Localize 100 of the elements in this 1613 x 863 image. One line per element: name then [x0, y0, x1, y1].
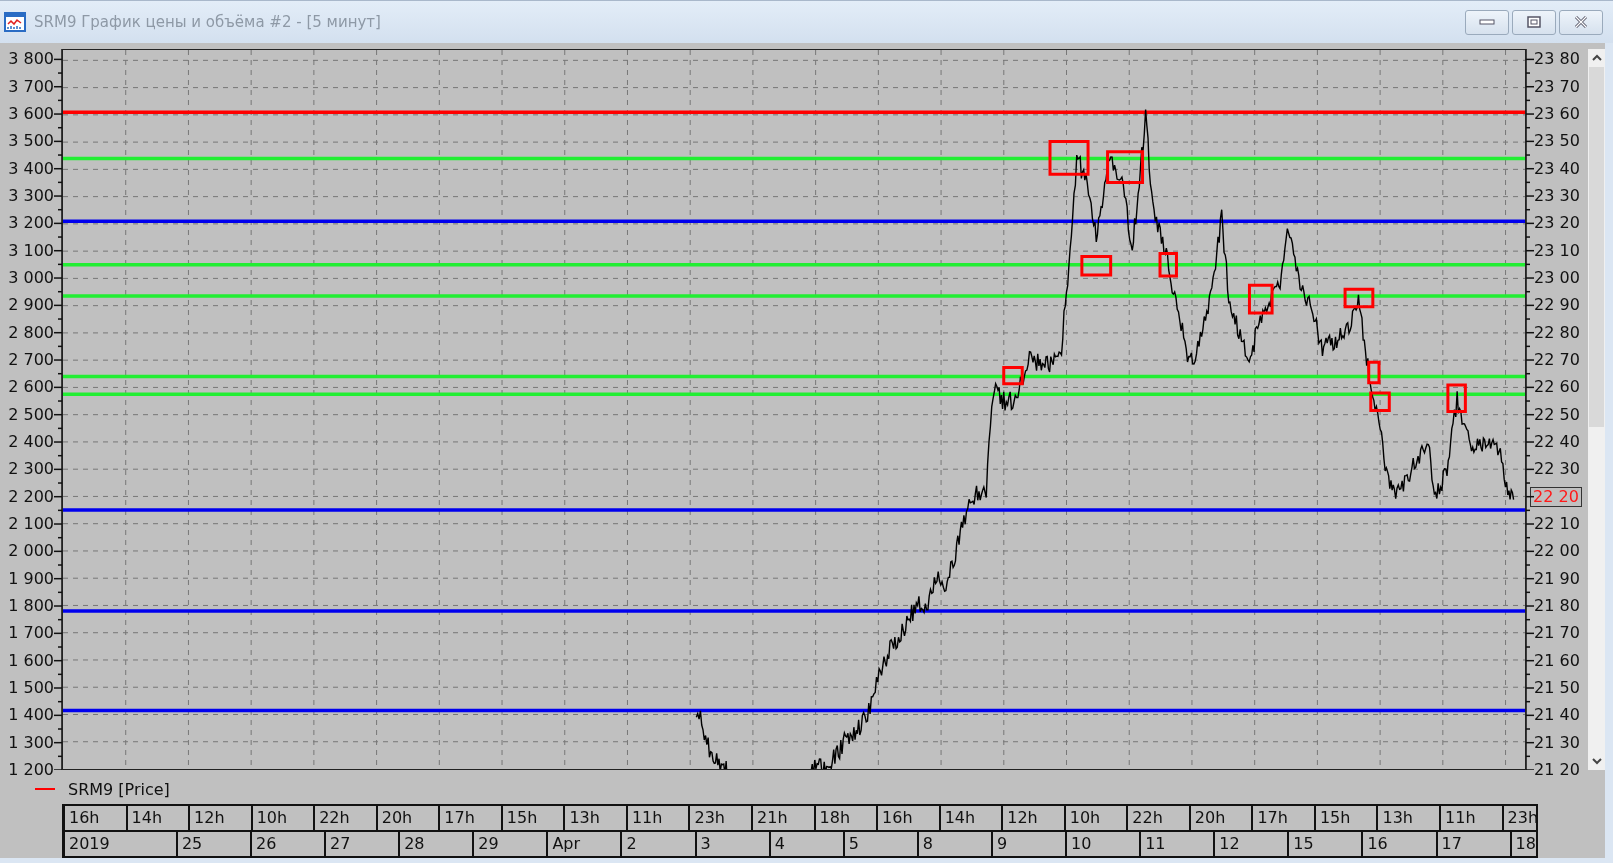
close-button[interactable]	[1559, 9, 1603, 35]
date-label: 8	[918, 832, 993, 856]
time-label: 15h	[1315, 806, 1379, 830]
time-label: 20h	[377, 806, 441, 830]
date-label: 2	[622, 832, 697, 856]
axis-label: 23 10	[1534, 241, 1580, 260]
axis-label: 1 800	[8, 597, 54, 615]
scroll-up-icon[interactable]	[1590, 53, 1603, 63]
current-price-label: 22 20	[1530, 486, 1582, 507]
axis-label: 22 50	[1534, 405, 1580, 424]
highlight-frame	[1106, 150, 1145, 185]
axis-label: 23 40	[1534, 159, 1580, 178]
axis-label: 1 700	[8, 624, 54, 643]
date-label: Apr	[548, 832, 623, 856]
axis-label: 23 20	[1534, 214, 1580, 233]
time-label: 22h	[315, 806, 378, 830]
axis-label: 2 500	[8, 405, 54, 424]
time-label: 12h	[190, 806, 253, 830]
axis-label: 22 30	[1534, 460, 1580, 479]
axis-label: 3 100	[8, 241, 54, 260]
axis-label: 21 50	[1534, 679, 1580, 697]
time-label: 21h	[753, 806, 816, 830]
date-label: 29	[474, 832, 549, 856]
axis-label: 2 200	[8, 487, 54, 506]
time-label: 17h	[440, 806, 503, 830]
close-icon	[1573, 15, 1589, 29]
axis-label: 2 300	[8, 460, 54, 479]
date-label: 3	[696, 832, 771, 856]
date-label: 27	[326, 832, 401, 856]
time-label: 20h	[1190, 806, 1254, 830]
vertical-scrollbar[interactable]	[1588, 49, 1605, 770]
axis-label: 3 300	[8, 187, 54, 206]
maximize-button[interactable]	[1512, 9, 1556, 35]
axis-label: 3 000	[8, 269, 54, 288]
axis-label: 21 30	[1534, 733, 1580, 752]
axis-label: 3 400	[8, 159, 54, 178]
time-label: 13h	[565, 806, 628, 830]
date-label: 2019	[65, 832, 178, 856]
highlight-frame	[1369, 391, 1391, 413]
date-label: 18	[1511, 832, 1538, 856]
axis-label: 23 00	[1534, 269, 1580, 288]
date-label: 17	[1437, 832, 1512, 856]
axis-label: 22 00	[1534, 542, 1580, 561]
date-label: 5	[844, 832, 919, 856]
axis-label: 22 70	[1534, 351, 1580, 369]
axis-label: 22 10	[1534, 515, 1580, 533]
time-label: 16h	[878, 806, 941, 830]
time-label: 16h	[65, 806, 128, 830]
axis-label: 21 90	[1534, 569, 1580, 588]
time-label: 23h	[690, 806, 753, 830]
axis-label: 23 80	[1534, 50, 1580, 69]
time-label: 13h	[1378, 806, 1442, 830]
axis-label: 1 500	[8, 679, 54, 697]
time-label: 18h	[815, 806, 879, 830]
legend-label: SRM9 [Price]	[68, 779, 170, 799]
axis-label: 21 70	[1534, 624, 1580, 643]
axis-label: 21 20	[1534, 761, 1580, 779]
scrollbar-thumb[interactable]	[1589, 67, 1604, 427]
axis-label: 22 40	[1534, 433, 1580, 451]
scroll-down-icon[interactable]	[1590, 756, 1603, 766]
time-label: 12h	[1003, 806, 1066, 830]
time-label: 15h	[502, 806, 566, 830]
axis-label: 1 900	[8, 569, 54, 588]
axis-label: 2 100	[8, 515, 54, 533]
chart-window-icon	[4, 12, 26, 32]
window-title: SRM9 График цены и объёма #2 - [5 минут]	[34, 13, 382, 31]
date-label: 11	[1141, 832, 1216, 856]
date-label: 4	[770, 832, 845, 856]
time-label: 14h	[127, 806, 191, 830]
axis-label: 1 600	[8, 651, 54, 670]
axis-label: 1 200	[8, 761, 54, 779]
axis-label: 22 80	[1534, 323, 1580, 342]
axis-label: 21 60	[1534, 651, 1580, 670]
date-label: 26	[252, 832, 327, 856]
highlight-frame	[1080, 255, 1113, 277]
highlight-frame	[1367, 360, 1381, 385]
highlight-frame	[1446, 383, 1467, 414]
date-label: 10	[1067, 832, 1142, 856]
highlight-frame	[1048, 140, 1090, 176]
axis-label: 22 90	[1534, 296, 1580, 315]
date-label: 25	[177, 832, 252, 856]
minimize-button[interactable]	[1465, 9, 1509, 35]
time-label: 22h	[1128, 806, 1191, 830]
time-label: 17h	[1253, 806, 1316, 830]
axis-label: 1 300	[8, 733, 54, 752]
time-label: 11h	[627, 806, 691, 830]
axis-label: 3 500	[8, 132, 54, 151]
axis-label: 23 70	[1534, 77, 1580, 96]
axis-label: 23 60	[1534, 105, 1580, 124]
axis-label: 22 60	[1534, 378, 1580, 397]
axis-label: 3 600	[8, 105, 54, 124]
date-label: 15	[1289, 832, 1364, 856]
axis-label: 21 40	[1534, 706, 1580, 725]
time-label: 10h	[1065, 806, 1129, 830]
date-label: 16	[1363, 832, 1438, 856]
time-label: 11h	[1441, 806, 1504, 830]
highlight-frame	[1158, 251, 1178, 278]
axis-label: 3 800	[8, 50, 54, 69]
axis-label: 21 80	[1534, 597, 1580, 615]
restore-icon	[1527, 16, 1541, 28]
